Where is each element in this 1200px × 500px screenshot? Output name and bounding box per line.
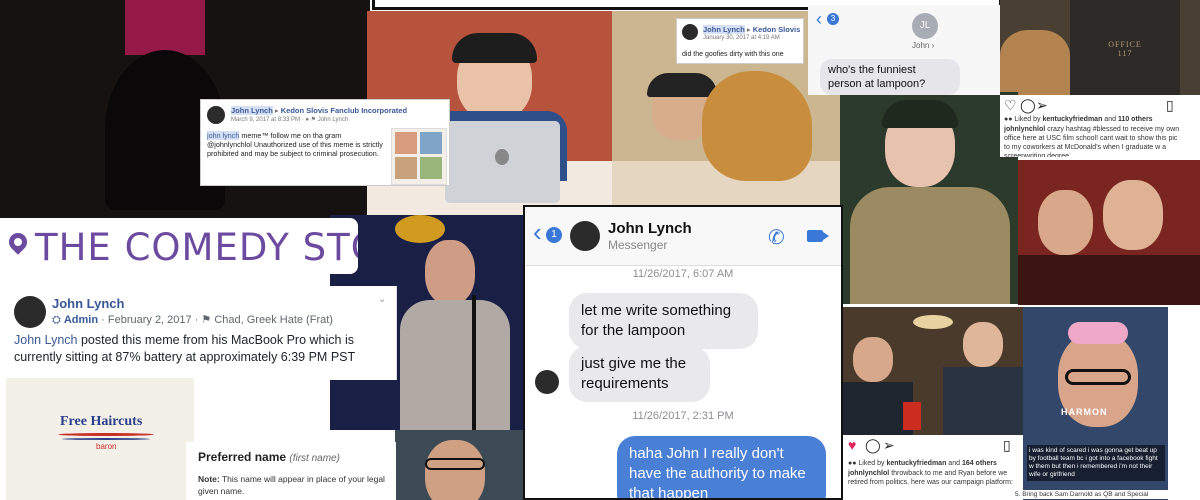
likes-line: ●● Liked by kentuckyfriedman and 164 oth… — [848, 460, 997, 467]
dog — [702, 71, 812, 181]
office-plaque: OFFICE 117 — [1108, 40, 1142, 58]
comment-icon[interactable]: ◯ — [865, 437, 881, 454]
post-meta: January 30, 2017 at 4:19 AM · — [703, 35, 784, 41]
group-link[interactable]: Kedon Slovis Fanclub Incorporated — [281, 106, 407, 115]
caption: johnlynchlol throwback to me and Ryan be… — [848, 470, 1013, 486]
heart-filled-icon[interactable]: ♥ — [848, 437, 856, 453]
contact-name: John › — [912, 41, 935, 50]
contact-avatar — [570, 221, 600, 251]
reply-bubble: haha John I really don't have the author… — [617, 436, 826, 498]
avatar — [682, 24, 698, 40]
apple-icon — [495, 149, 509, 165]
snap-caption-text: i was kind of scared i was gonna get bea… — [1027, 445, 1165, 481]
microphone-stand — [472, 295, 476, 430]
caption: johnlynchlol crazy hashtag #blessed to r… — [1004, 126, 1180, 157]
author-link[interactable]: John Lynch — [703, 25, 745, 34]
liker-avatars: ●● — [848, 460, 859, 467]
photo-office-door: OFFICE 117 — [1000, 0, 1200, 95]
message-bubble: let me write something for the lampoon — [569, 293, 758, 349]
meme-thumbnail — [391, 128, 447, 185]
photo-snapchat-filter: HARMON i was kind of scared i was gonna … — [1023, 307, 1168, 500]
contact-subtitle: Messenger — [608, 238, 668, 252]
sender-avatar — [535, 370, 559, 394]
chevron-right-icon: › — [929, 41, 935, 50]
shirt-stripe-red — [58, 433, 154, 436]
imessage-lampoon: ‹ 3 JL John › who's the funniest person … — [808, 5, 1000, 95]
back-chevron-icon[interactable]: ‹ — [816, 10, 822, 28]
post-body: did the goofies dirty with this one — [682, 51, 784, 58]
messenger-conversation: ‹ 1 John Lynch Messenger ✆ 11/26/2017, 6… — [523, 205, 843, 500]
liker-avatars: ●● — [1004, 116, 1015, 123]
photo-free-haircuts-shirt: Free Haircuts baron — [6, 378, 194, 500]
author-name[interactable]: John Lynch — [52, 296, 124, 311]
contact-name: John Lynch — [608, 220, 692, 237]
post-header: John Lynch ▸ Kedon Slovis — [703, 25, 800, 34]
fb-post-main: John Lynch ⌄ ⛭ Admin · February 2, 2017 … — [0, 286, 397, 380]
timestamp: 11/26/2017, 2:31 PM — [632, 410, 734, 422]
author-link[interactable]: John Lynch — [14, 333, 77, 347]
heart-icon[interactable]: ♡ — [1004, 97, 1017, 114]
kitty-ears-filter — [1068, 322, 1128, 344]
avatar — [207, 106, 225, 124]
tag-icon: ⚑ — [310, 117, 318, 123]
instagram-post-politics: ♥ ◯ ➢ ▯ ●● Liked by kentuckyfriedman and… — [843, 435, 1023, 500]
white-fill-right — [1168, 307, 1200, 500]
back-count-badge: 1 — [546, 227, 562, 243]
post-body: john lynch meme™ follow me on tha gram @… — [207, 131, 383, 158]
post-body: John Lynch posted this meme from his Mac… — [14, 333, 356, 364]
post-meta: March 9, 2017 at 8:33 PM · ● ⚑ John Lync… — [231, 117, 349, 123]
field-note: Note: This name will appear in place of … — [198, 474, 385, 496]
timestamp: 11/26/2017, 6:07 AM — [632, 268, 734, 280]
bookmark-icon[interactable]: ▯ — [1003, 437, 1011, 454]
fb-post-goofies: John Lynch ▸ Kedon Slovis January 30, 20… — [676, 18, 804, 64]
avatar — [14, 296, 46, 328]
fb-post-fanclub: John Lynch ▸ Kedon Slovis Fanclub Incorp… — [200, 99, 450, 186]
location-pin-icon — [5, 229, 31, 255]
post-meta: ⛭ Admin · February 2, 2017 · ⚑ Chad, Gre… — [52, 314, 333, 326]
chevron-down-icon[interactable]: ⌄ — [378, 294, 386, 305]
back-chevron-icon[interactable]: ‹ — [533, 219, 542, 245]
photo-smiling-man-bottom — [395, 430, 523, 500]
contact-avatar: JL — [912, 13, 938, 39]
messenger-header: ‹ 1 John Lynch Messenger ✆ — [525, 207, 841, 266]
sign-text: HARMON — [1061, 407, 1108, 417]
list-item-text: 5. Bring back Sam Darnold as QB and Spec… — [1015, 490, 1200, 499]
shirt-stripe-blue — [62, 438, 150, 440]
comment-icon[interactable]: ◯ — [1020, 97, 1036, 114]
message-bubble: who's the funniest person at lampoon? — [820, 59, 960, 95]
photo-politics-toast — [843, 307, 1023, 435]
tag-icon: ⚑ — [201, 314, 215, 326]
instagram-post-office: ♡ ◯ ➢ ▯ ●● Liked by kentuckyfriedman and… — [1000, 95, 1185, 157]
bookmark-icon[interactable]: ▯ — [1166, 97, 1174, 114]
likes-line: ●● Liked by kentuckyfriedman and 110 oth… — [1004, 116, 1153, 123]
shirt-text: Free Haircuts — [60, 414, 143, 429]
phone-icon[interactable]: ✆ — [768, 225, 785, 250]
share-icon[interactable]: ➢ — [883, 437, 895, 454]
location-label: THE COMEDY STORE — [35, 226, 358, 269]
video-call-icon[interactable] — [807, 230, 829, 242]
field-label: Preferred name (first name) — [198, 450, 340, 464]
shirt-subtext: baron — [96, 442, 117, 451]
message-bubble: just give me the requirements — [569, 346, 710, 402]
form-preferred-name: Preferred name (first name) Note: This n… — [186, 442, 396, 500]
admin-badge-icon: ⛭ — [52, 314, 64, 326]
author-link[interactable]: John Lynch — [231, 106, 273, 115]
photo-two-friends — [1018, 160, 1200, 305]
post-header: John Lynch ▸ Kedon Slovis Fanclub Incorp… — [231, 106, 407, 115]
mention-link[interactable]: john lynch — [207, 131, 240, 140]
group-link[interactable]: Kedon Slovis — [753, 25, 801, 34]
location-tag: THE COMEDY STORE — [0, 218, 358, 274]
share-icon[interactable]: ➢ — [1036, 97, 1048, 114]
back-count-badge: 3 — [827, 13, 839, 25]
photo-man-fur-coat — [840, 92, 1018, 304]
